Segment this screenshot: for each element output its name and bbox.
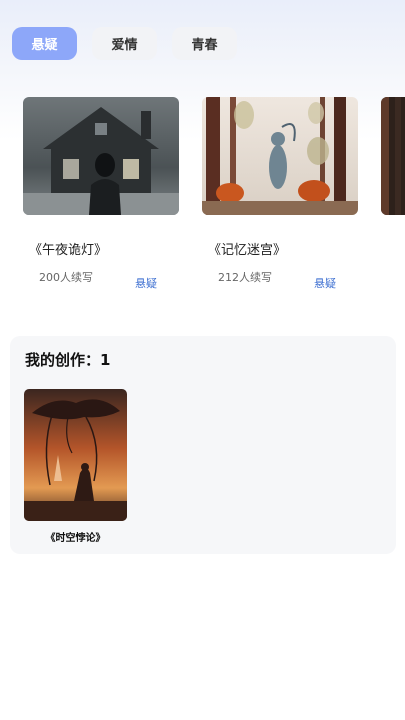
- my-works-title: 我的创作：1: [25, 351, 111, 369]
- story-card-partial[interactable]: [381, 97, 405, 215]
- tab-suspense[interactable]: 悬疑: [12, 27, 77, 60]
- story-title[interactable]: 《午夜诡灯》: [29, 239, 107, 258]
- my-work-title[interactable]: 《时空悖论》: [24, 529, 127, 544]
- story-card-midnight-lamp[interactable]: 《午夜诡灯》 200人续写 悬疑: [23, 97, 180, 290]
- my-works-panel: 我的创作：1 《时空悖论》: [10, 336, 396, 554]
- category-tabs: 悬疑 爱情 青春: [12, 27, 252, 60]
- genre-tag: 悬疑: [314, 277, 336, 290]
- partial-cover-icon[interactable]: [381, 97, 405, 215]
- haunted-house-cover-icon[interactable]: [23, 97, 179, 215]
- sunset-tree-cover-icon[interactable]: [24, 389, 127, 521]
- tab-romance[interactable]: 爱情: [92, 27, 157, 60]
- story-title[interactable]: 《记忆迷宫》: [208, 239, 286, 258]
- story-card-memory-maze[interactable]: 《记忆迷宫》 212人续写 悬疑: [202, 97, 359, 290]
- continuation-count: 212人续写: [218, 271, 272, 284]
- story-carousel[interactable]: 《午夜诡灯》 200人续写 悬疑 《记忆迷宫》 212人续写 悬疑: [23, 97, 405, 317]
- genre-tag: 悬疑: [135, 277, 157, 290]
- forest-ghost-cover-icon[interactable]: [202, 97, 358, 215]
- tab-youth[interactable]: 青春: [172, 27, 237, 60]
- continuation-count: 200人续写: [39, 271, 93, 284]
- my-work-item[interactable]: 《时空悖论》: [24, 389, 127, 544]
